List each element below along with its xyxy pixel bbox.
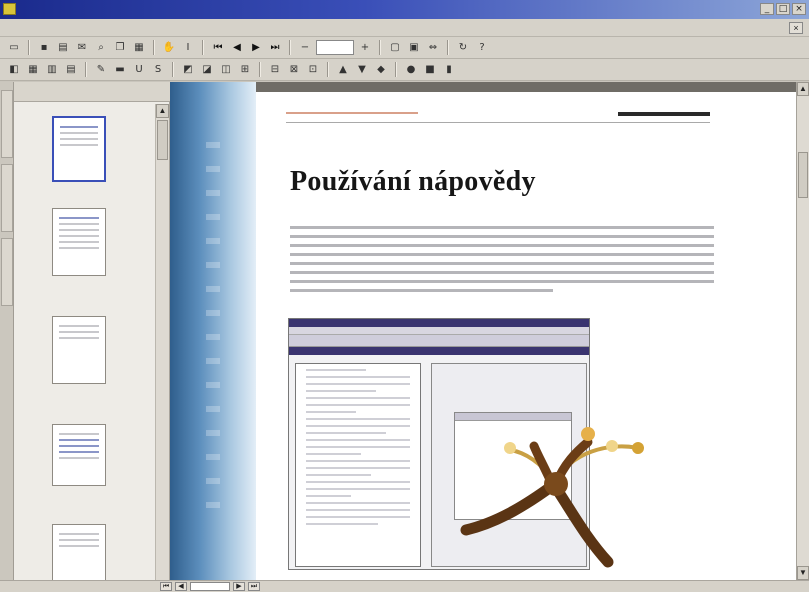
page-thumbnail[interactable] [52, 208, 106, 276]
header-rule [286, 112, 418, 114]
thumbnail-list [14, 104, 156, 580]
first-page-icon[interactable]: ⏮ [210, 40, 226, 55]
header-rule [618, 112, 710, 116]
tool-icon-17[interactable]: ▮ [441, 62, 457, 77]
page-number-field[interactable] [190, 582, 230, 591]
main-toolbar: ▭ ▪ ▤ ✉ ⌕ ❐ ▦ ✋ I ⏮ ◀ ▶ ⏭ − + ▢ ▣ ⇔ ↻ ? [0, 37, 809, 59]
toolbar-separator [289, 40, 291, 55]
paste-icon[interactable]: ▦ [131, 40, 147, 55]
tool-icon-13[interactable]: ▼ [354, 62, 370, 77]
status-bar: ⏮ ◀ ▶ ⏭ [0, 580, 809, 592]
save-icon[interactable]: ▪ [36, 40, 52, 55]
close-button[interactable]: × [792, 3, 806, 15]
print-icon[interactable]: ▤ [55, 40, 71, 55]
toolbar-separator [202, 40, 204, 55]
tool-icon-4[interactable]: ▤ [63, 62, 79, 77]
tool-icon-9[interactable]: ⊟ [267, 62, 283, 77]
toolbar-separator [172, 62, 174, 77]
thumbnail-scrollbar[interactable]: ▲ [155, 104, 169, 580]
next-page-icon[interactable]: ▶ [248, 40, 264, 55]
tool-icon-3[interactable]: ▥ [44, 62, 60, 77]
tool-icon-1[interactable]: ◧ [6, 62, 22, 77]
fit-width-icon[interactable]: ⇔ [425, 40, 441, 55]
toolbar-separator [259, 62, 261, 77]
toolbar-separator [447, 40, 449, 55]
tool-icon-8[interactable]: ⊞ [237, 62, 253, 77]
search-icon[interactable]: ⌕ [93, 40, 109, 55]
last-page-icon[interactable]: ⏭ [248, 582, 260, 591]
scrollbar-thumb[interactable] [157, 120, 168, 160]
scroll-down-icon[interactable]: ▼ [797, 566, 809, 580]
last-page-icon[interactable]: ⏭ [267, 40, 283, 55]
open-icon[interactable]: ▭ [6, 40, 22, 55]
strikeout-icon[interactable]: S [150, 62, 166, 77]
tool-icon-15[interactable]: ● [403, 62, 419, 77]
toolbar-separator [327, 62, 329, 77]
thumbnail-panel: ▲ [14, 82, 170, 580]
zoom-out-icon[interactable]: − [297, 40, 313, 55]
highlight-icon[interactable]: ▬ [112, 62, 128, 77]
document-close-button[interactable]: × [789, 22, 803, 34]
help-icon[interactable]: ? [474, 40, 490, 55]
tab-thumbnails[interactable] [1, 164, 13, 232]
fit-page-icon[interactable]: ▣ [406, 40, 422, 55]
tool-icon-5[interactable]: ◩ [180, 62, 196, 77]
email-icon[interactable]: ✉ [74, 40, 90, 55]
title-bar: _ □ × [0, 0, 809, 19]
body-text [290, 226, 714, 298]
hand-tool-icon[interactable]: ✋ [161, 40, 177, 55]
maximize-button[interactable]: □ [776, 3, 790, 15]
toolbar-separator [395, 62, 397, 77]
tool-icon-11[interactable]: ⊡ [305, 62, 321, 77]
document-view[interactable]: Používání nápovědy [170, 82, 796, 580]
scroll-up-icon[interactable]: ▲ [797, 82, 809, 96]
tool-icon-10[interactable]: ⊠ [286, 62, 302, 77]
tool-icon-16[interactable]: ■ [422, 62, 438, 77]
secondary-toolbar: ◧ ▦ ▥ ▤ ✎ ▬ U S ◩ ◪ ◫ ⊞ ⊟ ⊠ ⊡ ▲ ▼ ◆ ● ■ … [0, 59, 809, 81]
page-title: Používání nápovědy [290, 166, 536, 197]
actual-size-icon[interactable]: ▢ [387, 40, 403, 55]
tool-icon-14[interactable]: ◆ [373, 62, 389, 77]
next-page-icon[interactable]: ▶ [233, 582, 245, 591]
page-thumbnail[interactable] [52, 424, 106, 486]
tab-comments[interactable] [1, 238, 13, 306]
tab-bookmarks[interactable] [1, 90, 13, 158]
app-icon[interactable] [3, 3, 16, 15]
divider [286, 122, 710, 123]
zoom-field[interactable] [316, 40, 354, 55]
window-controls: _ □ × [760, 3, 806, 15]
minimize-button[interactable]: _ [760, 3, 774, 15]
tool-icon-2[interactable]: ▦ [25, 62, 41, 77]
document-scrollbar[interactable]: ▲ ▼ [796, 82, 809, 580]
toolbar-separator [379, 40, 381, 55]
page-thumbnail[interactable] [52, 116, 106, 182]
previous-page-icon[interactable]: ◀ [175, 582, 187, 591]
previous-page-icon[interactable]: ◀ [229, 40, 245, 55]
tool-icon-6[interactable]: ◪ [199, 62, 215, 77]
toolbar-separator [28, 40, 30, 55]
thumbnail-panel-header [14, 82, 170, 102]
first-page-icon[interactable]: ⏮ [160, 582, 172, 591]
toolbar-separator [85, 62, 87, 77]
note-icon[interactable]: ✎ [93, 62, 109, 77]
rotate-icon[interactable]: ↻ [455, 40, 471, 55]
navigation-tabs [0, 82, 14, 580]
scroll-up-icon[interactable]: ▲ [156, 104, 169, 118]
page-thumbnail[interactable] [52, 524, 106, 580]
zoom-in-icon[interactable]: + [357, 40, 373, 55]
mascot-figure [460, 427, 644, 568]
page-decorative-strip [170, 82, 256, 580]
scrollbar-thumb[interactable] [798, 152, 808, 198]
select-text-icon[interactable]: I [180, 40, 196, 55]
underline-icon[interactable]: U [131, 62, 147, 77]
toolbar-separator [153, 40, 155, 55]
page-thumbnail[interactable] [52, 316, 106, 384]
menu-bar: × [0, 19, 809, 37]
copy-icon[interactable]: ❐ [112, 40, 128, 55]
tool-icon-12[interactable]: ▲ [335, 62, 351, 77]
tool-icon-7[interactable]: ◫ [218, 62, 234, 77]
